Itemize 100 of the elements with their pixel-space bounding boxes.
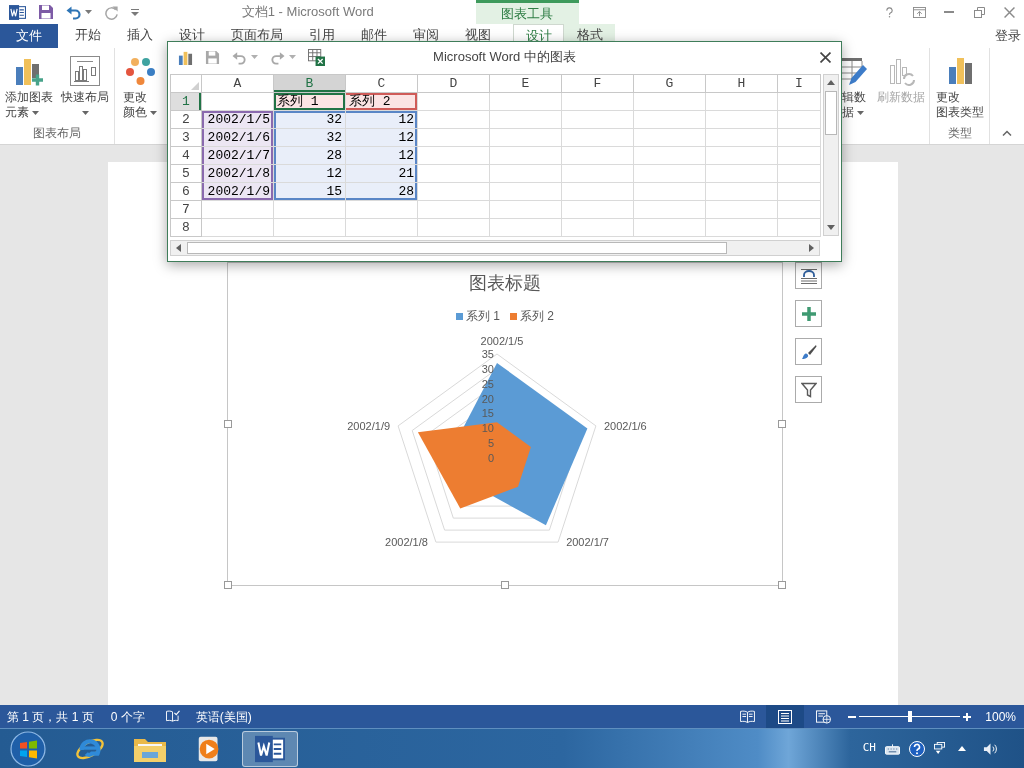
spreadsheet-cell[interactable] xyxy=(418,129,490,147)
chart-filters-button[interactable] xyxy=(795,376,822,403)
chart-styles-button[interactable] xyxy=(795,338,822,365)
column-header[interactable]: A xyxy=(202,75,274,93)
view-button[interactable] xyxy=(766,705,805,728)
word-logo-icon[interactable] xyxy=(9,3,26,21)
spreadsheet-cell[interactable] xyxy=(490,219,562,237)
ribbon-tab[interactable]: 视图 xyxy=(452,24,504,41)
spreadsheet-cell[interactable] xyxy=(706,219,778,237)
horizontal-scrollbar[interactable] xyxy=(170,240,820,256)
spreadsheet-cell[interactable]: 21 xyxy=(346,165,418,183)
spreadsheet-cell[interactable] xyxy=(490,93,562,111)
sign-in-link[interactable]: 登录 xyxy=(995,26,1024,46)
spreadsheet-cell[interactable] xyxy=(202,219,274,237)
change-colors-button[interactable]: 更改 颜色 xyxy=(117,55,163,120)
row-header[interactable]: 3 xyxy=(171,129,202,147)
ribbon-tab[interactable]: 邮件 xyxy=(348,24,400,41)
spreadsheet-cell[interactable] xyxy=(706,183,778,201)
row-header[interactable]: 6 xyxy=(171,183,202,201)
spreadsheet-cell[interactable] xyxy=(562,201,634,219)
spreadsheet-cell[interactable]: 2002/1/9 xyxy=(202,183,274,201)
spreadsheet-cell[interactable]: 2002/1/8 xyxy=(202,165,274,183)
spreadsheet-cell[interactable] xyxy=(778,201,821,219)
spreadsheet-cell[interactable] xyxy=(562,93,634,111)
spreadsheet-cell[interactable] xyxy=(562,219,634,237)
save-icon[interactable] xyxy=(205,49,220,65)
spreadsheet-cell[interactable] xyxy=(634,111,706,129)
spreadsheet-cell[interactable] xyxy=(562,165,634,183)
spreadsheet-cell[interactable] xyxy=(706,93,778,111)
column-header[interactable]: B xyxy=(274,75,346,93)
row-header[interactable]: 4 xyxy=(171,147,202,165)
row-header[interactable]: 5 xyxy=(171,165,202,183)
chart-elements-button[interactable] xyxy=(795,300,822,327)
column-header[interactable]: C xyxy=(346,75,418,93)
spreadsheet-cell[interactable] xyxy=(562,183,634,201)
ribbon-tab[interactable]: 插入 xyxy=(114,24,166,41)
bar-chart-icon[interactable] xyxy=(178,49,193,65)
column-header[interactable]: E xyxy=(490,75,562,93)
spreadsheet-cell[interactable] xyxy=(418,201,490,219)
spreadsheet-cell[interactable]: 12 xyxy=(346,147,418,165)
ribbon-display-options-icon[interactable] xyxy=(912,6,926,18)
taskbar-button[interactable] xyxy=(242,730,298,767)
spreadsheet-cell[interactable] xyxy=(202,93,274,111)
action-center-icon[interactable] xyxy=(934,742,945,755)
change-chart-type-button[interactable]: 更改 图表类型 xyxy=(931,55,988,120)
spreadsheet-cell[interactable] xyxy=(202,201,274,219)
resize-handle-icon[interactable] xyxy=(778,420,786,428)
spreadsheet-cell[interactable]: 12 xyxy=(346,129,418,147)
resize-handle-icon[interactable] xyxy=(778,581,786,589)
ribbon-tab[interactable]: 设计 xyxy=(166,24,218,41)
proofing-icon[interactable] xyxy=(165,710,180,723)
resize-handle-icon[interactable] xyxy=(224,420,232,428)
column-header[interactable]: F xyxy=(562,75,634,93)
column-header[interactable]: H xyxy=(706,75,778,93)
ribbon-tab[interactable]: 审阅 xyxy=(400,24,452,41)
ribbon-tab[interactable]: 页面布局 xyxy=(218,24,296,41)
spreadsheet-cell[interactable] xyxy=(706,201,778,219)
spreadsheet-cell[interactable]: 2002/1/5 xyxy=(202,111,274,129)
row-header[interactable]: 7 xyxy=(171,201,202,219)
start-button-icon[interactable] xyxy=(9,730,46,767)
spreadsheet-cell[interactable] xyxy=(706,111,778,129)
spreadsheet-cell[interactable] xyxy=(778,93,821,111)
column-header[interactable]: G xyxy=(634,75,706,93)
spreadsheet-cell[interactable]: 15 xyxy=(274,183,346,201)
ribbon-tab[interactable]: 格式 xyxy=(564,24,615,41)
spreadsheet-cell[interactable] xyxy=(778,219,821,237)
spreadsheet-cell[interactable] xyxy=(706,129,778,147)
input-language-indicator[interactable]: CH xyxy=(862,740,876,757)
row-header[interactable]: 2 xyxy=(171,111,202,129)
quick-layout-button[interactable]: 快速布局 xyxy=(58,55,112,120)
spreadsheet-cell[interactable] xyxy=(346,201,418,219)
spreadsheet-cell[interactable] xyxy=(490,201,562,219)
spreadsheet-cell[interactable] xyxy=(490,147,562,165)
spreadsheet-cell[interactable] xyxy=(778,183,821,201)
spreadsheet-cell[interactable]: 12 xyxy=(274,165,346,183)
spreadsheet-cell[interactable] xyxy=(634,147,706,165)
spreadsheet-cell[interactable] xyxy=(562,147,634,165)
spreadsheet-cell[interactable] xyxy=(274,219,346,237)
spreadsheet-cell[interactable]: 28 xyxy=(274,147,346,165)
spreadsheet-cell[interactable] xyxy=(418,111,490,129)
spreadsheet-cell[interactable] xyxy=(346,219,418,237)
spreadsheet-cell[interactable] xyxy=(562,111,634,129)
scroll-up-icon[interactable] xyxy=(827,80,835,85)
edit-data-button[interactable]: 辑数 据 xyxy=(842,55,872,120)
save-icon[interactable] xyxy=(38,4,54,20)
scroll-thumb[interactable] xyxy=(187,242,727,254)
resize-handle-icon[interactable] xyxy=(224,581,232,589)
add-chart-element-button[interactable]: 添加图表 元素 xyxy=(2,55,56,120)
speaker-icon[interactable] xyxy=(983,741,998,756)
row-header[interactable]: 1 xyxy=(171,93,202,111)
show-hidden-icons-icon[interactable] xyxy=(958,746,966,751)
customize-toolbar-icon[interactable] xyxy=(131,8,139,16)
spreadsheet-cell[interactable] xyxy=(634,165,706,183)
resize-handle-icon[interactable] xyxy=(501,581,509,589)
spreadsheet-cell[interactable]: 32 xyxy=(274,111,346,129)
spreadsheet-cell[interactable]: 28 xyxy=(346,183,418,201)
spreadsheet-cell[interactable]: 2002/1/7 xyxy=(202,147,274,165)
spreadsheet-cell[interactable] xyxy=(490,111,562,129)
spreadsheet-cell[interactable] xyxy=(706,147,778,165)
spreadsheet-cell[interactable] xyxy=(778,147,821,165)
